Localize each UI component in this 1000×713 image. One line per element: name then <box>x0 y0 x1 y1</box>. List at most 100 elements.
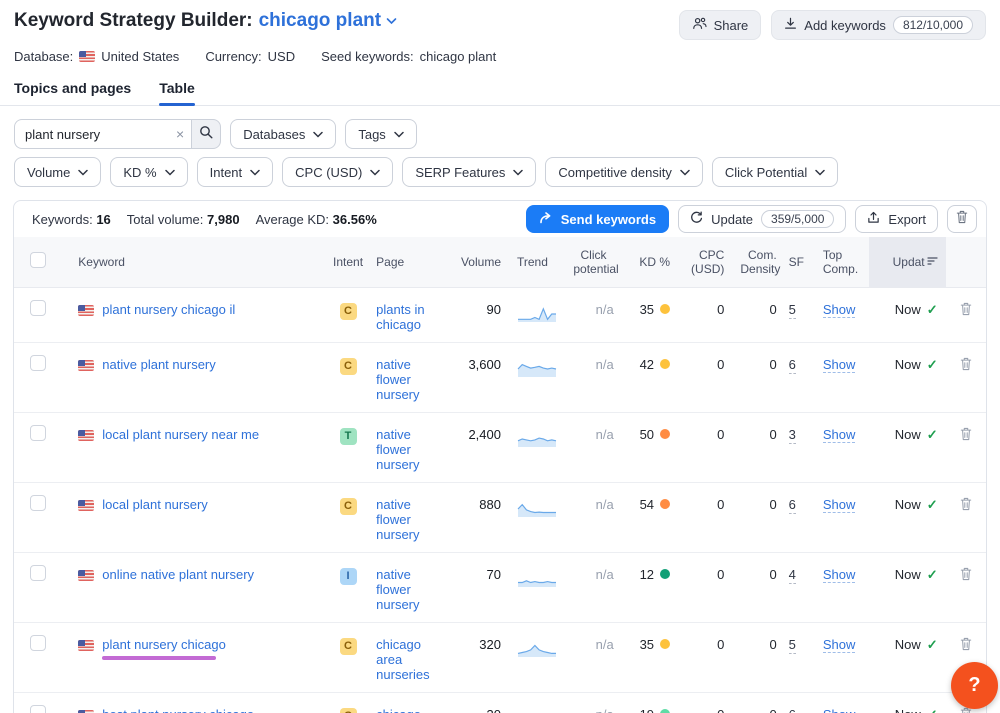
serp-features-count[interactable]: 6 <box>789 357 796 374</box>
click-potential-value: n/a <box>565 622 621 692</box>
update-button[interactable]: Update 359/5,000 <box>678 205 846 233</box>
filter-dropdown-cpc-usd[interactable]: CPC (USD) <box>282 157 393 187</box>
check-icon: ✓ <box>927 427 938 443</box>
click-potential-value: n/a <box>565 412 621 482</box>
delete-row-button[interactable] <box>960 302 972 316</box>
col-com-density[interactable]: Com. Density <box>732 237 784 287</box>
tab-topics-and-pages[interactable]: Topics and pages <box>14 80 131 105</box>
serp-features-count[interactable]: 6 <box>789 707 796 713</box>
row-checkbox[interactable] <box>30 565 46 581</box>
volume-value: 320 <box>449 622 509 692</box>
intent-badge[interactable]: C <box>340 498 357 515</box>
col-keyword[interactable]: Keyword <box>62 237 328 287</box>
trend-sparkline <box>517 427 557 448</box>
top-competitors-show-link[interactable]: Show <box>823 357 856 373</box>
serp-features-count[interactable]: 3 <box>789 427 796 444</box>
serp-features-count[interactable]: 5 <box>789 302 796 319</box>
col-cpc[interactable]: CPC (USD) <box>678 237 732 287</box>
keyword-link[interactable]: plant nursery chicago il <box>102 302 235 317</box>
filter-dropdown-intent[interactable]: Intent <box>197 157 274 187</box>
row-checkbox[interactable] <box>30 495 46 511</box>
col-sf[interactable]: SF <box>785 237 815 287</box>
share-icon <box>692 17 707 33</box>
serp-features-count[interactable]: 4 <box>789 567 796 584</box>
trend-sparkline <box>517 707 557 713</box>
add-keywords-button[interactable]: Add keywords 812/10,000 <box>771 10 986 40</box>
kd-value: 42 <box>640 357 654 372</box>
help-button[interactable]: ? <box>951 662 998 709</box>
top-competitors-show-link[interactable]: Show <box>823 707 856 713</box>
keyword-link[interactable]: best plant nursery chicago <box>102 707 254 713</box>
top-competitors-show-link[interactable]: Show <box>823 567 856 583</box>
top-competitors-show-link[interactable]: Show <box>823 302 856 318</box>
competitive-density-value: 0 <box>732 552 784 622</box>
page-link[interactable]: native flower nursery <box>376 567 419 612</box>
top-competitors-show-link[interactable]: Show <box>823 637 856 653</box>
send-keywords-button[interactable]: Send keywords <box>526 205 669 233</box>
col-update[interactable]: Updat <box>869 237 945 287</box>
click-potential-value: n/a <box>565 692 621 713</box>
row-checkbox[interactable] <box>30 355 46 371</box>
filter-dropdown-competitive-density[interactable]: Competitive density <box>545 157 702 187</box>
intent-badge[interactable]: C <box>340 358 357 375</box>
serp-features-count[interactable]: 6 <box>789 497 796 514</box>
col-top-comp[interactable]: Top Comp. <box>815 237 869 287</box>
tab-table[interactable]: Table <box>159 80 195 105</box>
clear-search-icon[interactable]: × <box>169 119 191 149</box>
click-potential-value: n/a <box>565 287 621 342</box>
top-competitors-show-link[interactable]: Show <box>823 497 856 513</box>
delete-row-button[interactable] <box>960 637 972 651</box>
cpc-value: 0 <box>678 342 732 412</box>
intent-badge[interactable]: C <box>340 708 357 713</box>
intent-badge[interactable]: T <box>340 428 357 445</box>
intent-badge[interactable]: C <box>340 303 357 320</box>
keyword-link[interactable]: plant nursery chicago <box>102 637 226 652</box>
delete-row-button[interactable] <box>960 497 972 511</box>
select-all-checkbox[interactable] <box>30 252 46 268</box>
intent-badge[interactable]: I <box>340 568 357 585</box>
filter-dropdown-tags[interactable]: Tags <box>345 119 416 149</box>
page-link[interactable]: chicago area nurseries <box>376 707 429 713</box>
intent-badge[interactable]: C <box>340 638 357 655</box>
volume-value: 70 <box>449 552 509 622</box>
col-kd[interactable]: KD % <box>622 237 678 287</box>
col-page[interactable]: Page <box>368 237 448 287</box>
delete-row-button[interactable] <box>960 427 972 441</box>
keyword-link[interactable]: native plant nursery <box>102 357 215 372</box>
keyword-link[interactable]: local plant nursery near me <box>102 427 259 442</box>
page-link[interactable]: native flower nursery <box>376 497 419 542</box>
serp-features-count[interactable]: 5 <box>789 637 796 654</box>
col-volume[interactable]: Volume <box>449 237 509 287</box>
col-click-potential[interactable]: Click potential <box>565 237 621 287</box>
page-link[interactable]: plants in chicago <box>376 302 424 332</box>
search-input[interactable] <box>14 119 169 149</box>
delete-row-button[interactable] <box>960 357 972 371</box>
filter-dropdown-click-potential[interactable]: Click Potential <box>712 157 838 187</box>
search-button[interactable] <box>191 119 221 149</box>
delete-selected-button[interactable] <box>947 205 977 233</box>
project-selector[interactable]: chicago plant <box>259 10 397 32</box>
filter-dropdown-databases[interactable]: Databases <box>230 119 336 149</box>
col-trend[interactable]: Trend <box>509 237 565 287</box>
col-intent[interactable]: Intent <box>328 237 368 287</box>
filter-dropdown-volume[interactable]: Volume <box>14 157 101 187</box>
cpc-value: 0 <box>678 482 732 552</box>
row-checkbox[interactable] <box>30 635 46 651</box>
page-link[interactable]: native flower nursery <box>376 427 419 472</box>
check-icon: ✓ <box>927 357 938 373</box>
page-link[interactable]: native flower nursery <box>376 357 419 402</box>
filter-dropdown-kd[interactable]: KD % <box>110 157 187 187</box>
row-checkbox[interactable] <box>30 705 46 713</box>
keyword-link[interactable]: local plant nursery <box>102 497 208 512</box>
keyword-link[interactable]: online native plant nursery <box>102 567 254 582</box>
row-checkbox[interactable] <box>30 300 46 316</box>
export-button[interactable]: Export <box>855 205 938 233</box>
filter-dropdown-serp-features[interactable]: SERP Features <box>402 157 536 187</box>
row-checkbox[interactable] <box>30 425 46 441</box>
keyword-strategy-builder-page: Keyword Strategy Builder: chicago plant … <box>0 0 1000 713</box>
top-competitors-show-link[interactable]: Show <box>823 427 856 443</box>
delete-row-button[interactable] <box>960 567 972 581</box>
page-link[interactable]: chicago area nurseries <box>376 637 429 682</box>
chevron-down-icon <box>680 169 690 176</box>
share-button[interactable]: Share <box>679 10 762 40</box>
